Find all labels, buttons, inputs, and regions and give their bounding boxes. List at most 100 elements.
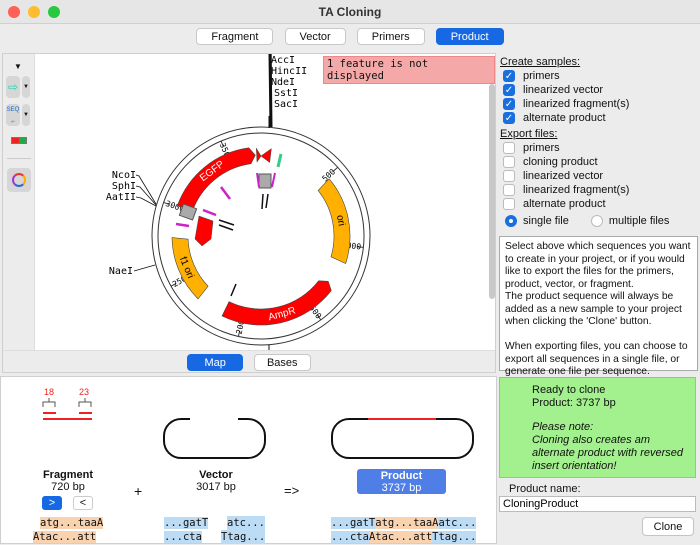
checkbox-label: alternate product xyxy=(523,112,606,124)
help-text: Select above which sequences you want to… xyxy=(499,236,698,371)
tab-fragment[interactable]: Fragment xyxy=(196,28,273,45)
title-bar: TA Cloning xyxy=(0,0,700,24)
export-files-heading: Export files: xyxy=(500,128,698,140)
site-line xyxy=(136,186,156,205)
seq: Ttag... xyxy=(221,530,265,544)
checkbox-create-1[interactable]: ✓ linearized vector xyxy=(503,83,698,97)
overhang-left-label: 18 xyxy=(44,387,54,397)
seq: ...gatT xyxy=(331,517,375,529)
checked-icon: ✓ xyxy=(503,98,515,110)
tab-vector[interactable]: Vector xyxy=(285,28,346,45)
checkbox-label: primers xyxy=(523,70,560,82)
product-name-input[interactable] xyxy=(499,496,696,512)
radio-selected-icon xyxy=(505,215,517,227)
checkbox-export-2[interactable]: linearized vector xyxy=(503,169,698,183)
feature-f1-ori[interactable]: f1 ori xyxy=(172,238,208,299)
unchecked-icon xyxy=(503,142,515,154)
checkbox-export-0[interactable]: primers xyxy=(503,141,698,155)
step-tabs: Fragment Vector Primers Product xyxy=(0,28,700,45)
seq: Ttag... xyxy=(432,531,476,543)
seq: atg...taaA xyxy=(375,517,438,529)
unchecked-icon xyxy=(503,170,515,182)
minimize-window-button[interactable] xyxy=(28,6,40,18)
product-size: 3737 bp xyxy=(357,482,446,494)
seq: atc... xyxy=(438,517,476,529)
note-title: Please note: xyxy=(532,421,695,434)
options-panel: Create samples: ✓ primers ✓ linearized vect… xyxy=(499,53,698,227)
checked-icon: ✓ xyxy=(503,112,515,124)
product-badge: Product 3737 bp xyxy=(357,469,446,494)
radio-multiple-files[interactable]: multiple files xyxy=(591,215,670,227)
checkbox-label: linearized vector xyxy=(523,170,603,182)
checkbox-export-3[interactable]: linearized fragment(s) xyxy=(503,183,698,197)
forward-orientation-button[interactable]: > xyxy=(42,496,62,510)
checkbox-export-4[interactable]: alternate product xyxy=(503,197,698,211)
site-mark xyxy=(266,194,268,208)
small-feature xyxy=(256,148,271,162)
checkbox-create-3[interactable]: ✓ alternate product xyxy=(503,111,698,125)
tab-map[interactable]: Map xyxy=(187,354,242,371)
feature-label: ori xyxy=(334,214,347,227)
checkbox-label: linearized fragment(s) xyxy=(523,98,629,110)
radio-label: multiple files xyxy=(609,215,670,227)
cloning-summary: 18 23 Fragment 720 bp > < atg...taaA Ata… xyxy=(0,376,497,544)
seq: tac...att xyxy=(39,531,96,543)
checkbox-create-0[interactable]: ✓ primers xyxy=(503,69,698,83)
site-label-ncoi[interactable]: NcoI xyxy=(112,170,136,181)
site-label-ndei[interactable]: NdeI xyxy=(271,77,295,88)
product-name-label: Product name: xyxy=(509,483,581,495)
site-label-ssti[interactable]: SstI xyxy=(274,88,298,99)
site-label-sphi[interactable]: SphI xyxy=(112,181,136,192)
site-label-acci[interactable]: AccI xyxy=(271,55,295,66)
checked-icon: ✓ xyxy=(503,70,515,82)
unchecked-icon xyxy=(503,156,515,168)
small-feature xyxy=(195,216,213,246)
fragment-title: Fragment xyxy=(26,469,110,481)
checked-icon: ✓ xyxy=(503,84,515,96)
site-label-aatii[interactable]: AatII xyxy=(106,192,136,203)
seq: atc... xyxy=(227,516,265,530)
site-label-hincii[interactable]: HincII xyxy=(271,66,307,77)
tab-bases[interactable]: Bases xyxy=(254,354,311,371)
feature-arc xyxy=(177,148,255,211)
status-box: Ready to clone Product: 3737 bp Please n… xyxy=(499,377,696,478)
site-mark xyxy=(219,225,233,230)
close-window-button[interactable] xyxy=(8,6,20,18)
status-title: Ready to clone xyxy=(532,384,695,397)
site-mark xyxy=(262,194,263,209)
site-label-naei[interactable]: NaeI xyxy=(109,266,133,277)
checkbox-export-1[interactable]: cloning product xyxy=(503,155,698,169)
seq: ...gatT xyxy=(164,517,208,529)
seq: ...cta xyxy=(331,531,369,543)
create-samples-heading: Create samples: xyxy=(500,56,698,68)
primer-site xyxy=(259,174,271,188)
seq: Atac...att xyxy=(369,531,432,543)
site-line xyxy=(134,265,155,271)
product-sequence: ...gatTatg...taaAatc... ...ctaAtac...att… xyxy=(331,516,476,544)
clone-button[interactable]: Clone xyxy=(642,517,694,536)
product-title: Product xyxy=(357,470,446,482)
vector-title: Vector xyxy=(171,469,261,481)
checkbox-create-2[interactable]: ✓ linearized fragment(s) xyxy=(503,97,698,111)
checkbox-label: linearized vector xyxy=(523,84,603,96)
tab-product[interactable]: Product xyxy=(436,28,504,45)
primer-mark xyxy=(176,224,189,226)
plasmid-map[interactable]: 500100015002000250030003500EGFPoriAmpRf1… xyxy=(3,54,489,350)
zoom-window-button[interactable] xyxy=(48,6,60,18)
feature-egfp[interactable]: EGFP xyxy=(177,148,255,211)
feature-ori[interactable]: ori xyxy=(318,179,350,264)
radio-single-file[interactable]: single file xyxy=(505,215,569,227)
vector-shape xyxy=(164,419,265,458)
map-panel: ▼ ⇨ ▼ SEQ⌐ ▼ 1 feature is not displayed … xyxy=(2,53,496,373)
unchecked-icon xyxy=(503,198,515,210)
map-scrollbar[interactable] xyxy=(489,84,495,299)
checkbox-label: linearized fragment(s) xyxy=(523,184,629,196)
backbone-inner xyxy=(158,133,364,339)
overhang-right-label: 23 xyxy=(79,387,89,397)
checkbox-label: primers xyxy=(523,142,560,154)
tab-primers[interactable]: Primers xyxy=(357,28,425,45)
fragment-sequence: atg...taaA Atac...att xyxy=(33,516,103,544)
reverse-orientation-button[interactable]: < xyxy=(73,496,93,510)
primer-mark xyxy=(272,173,275,187)
site-label-saci[interactable]: SacI xyxy=(274,99,298,110)
